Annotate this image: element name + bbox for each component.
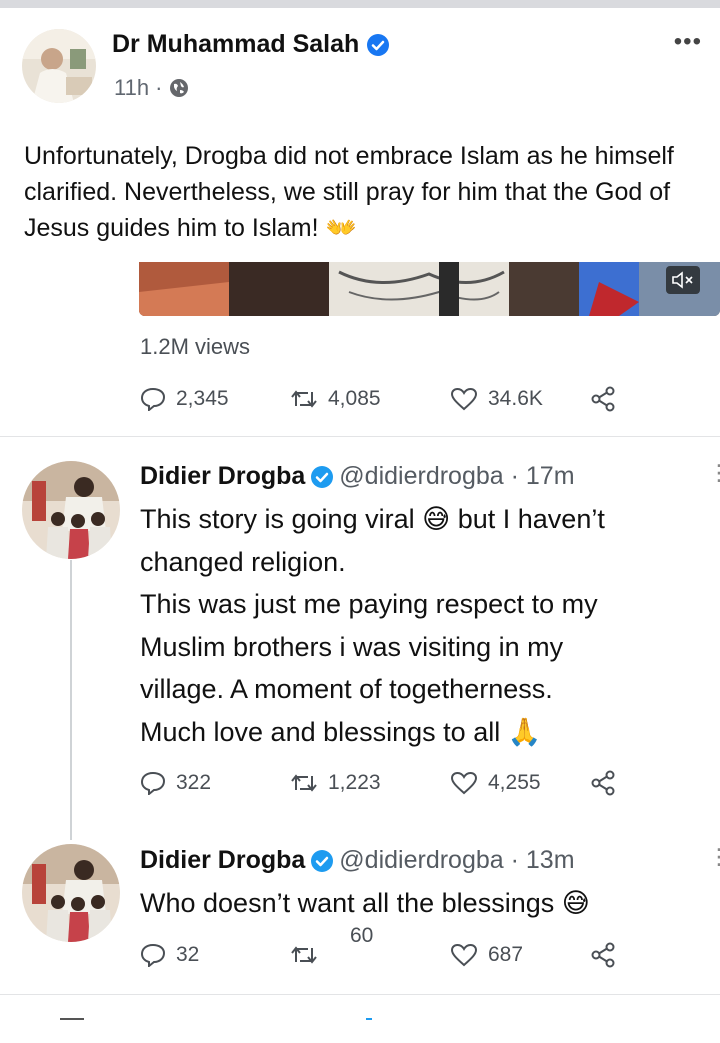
tweet-line: Much love and blessings to all 🙏 <box>140 716 542 747</box>
divider <box>0 994 720 995</box>
tweet-line: This story is going viral 😅 but I haven’… <box>140 504 605 534</box>
tweet-line: This was just me paying respect to my <box>140 589 598 619</box>
author-name[interactable]: Dr Muhammad Salah <box>112 30 359 59</box>
embedded-tweet-actions: 2,345 4,085 34.6K <box>140 386 640 412</box>
open-hands-emoji: 👐 <box>325 214 357 242</box>
like-count: 4,255 <box>488 771 541 794</box>
heart-icon <box>450 943 478 967</box>
heart-icon <box>450 387 478 411</box>
tweet-author-handle[interactable]: @didierdrogba · 13m <box>339 846 574 875</box>
share-icon <box>591 386 615 412</box>
reply-count: 32 <box>176 943 200 966</box>
thread-connector <box>70 560 72 840</box>
tweet-2-text: Who doesn’t want all the blessings 😅 <box>140 882 710 925</box>
reply-button[interactable]: 322 <box>140 771 290 795</box>
retweet-icon <box>291 774 317 792</box>
author-avatar[interactable] <box>22 29 96 103</box>
retweet-button[interactable]: 1,223 <box>290 771 450 795</box>
retweet-count: 4,085 <box>328 387 381 410</box>
retweet-button[interactable]: 4,085 <box>290 387 450 411</box>
retweet-count: 60 <box>350 924 374 947</box>
divider <box>0 436 720 437</box>
verified-badge-icon <box>367 33 390 56</box>
tweet-author-name[interactable]: Didier Drogba <box>140 462 305 491</box>
drogba-avatar[interactable] <box>22 461 120 559</box>
share-button[interactable] <box>590 386 616 412</box>
tweet-video-thumbnail[interactable] <box>139 262 720 316</box>
tweet-line: changed religion. <box>140 546 346 577</box>
share-button[interactable] <box>590 942 616 968</box>
reply-icon <box>140 771 166 795</box>
post-text: Unfortunately, Drogba did not embrace Is… <box>24 138 704 246</box>
like-button[interactable]: 4,255 <box>450 771 590 795</box>
post-time[interactable]: 11h · <box>114 75 163 101</box>
author-name-row[interactable]: Dr Muhammad Salah <box>112 30 390 59</box>
retweet-button[interactable]: 60 <box>290 924 450 966</box>
tweet-line: Muslim brothers i was visiting in my <box>140 631 564 662</box>
reply-count: 322 <box>176 771 212 794</box>
retweet-icon <box>291 946 317 964</box>
like-count: 34.6K <box>488 387 543 410</box>
tweet-1-text: This story is going viral 😅 but I haven’… <box>140 498 710 753</box>
tweet-2-actions: 32 60 687 <box>140 924 640 968</box>
reply-icon <box>140 943 166 967</box>
speaker-muted-icon <box>672 271 693 289</box>
share-icon <box>591 770 615 796</box>
top-edge-bar <box>0 0 720 8</box>
verified-badge-icon <box>311 465 334 488</box>
view-count: 1.2M views <box>140 334 251 359</box>
share-button[interactable] <box>590 770 616 796</box>
tweet-2-header: Didier Drogba @didierdrogba · 13m <box>140 846 575 875</box>
globe-icon <box>169 79 188 97</box>
like-count: 687 <box>488 943 524 966</box>
verified-badge-icon <box>311 849 334 872</box>
retweet-count: 1,223 <box>328 771 381 794</box>
next-tweet-fragment <box>60 1018 84 1020</box>
post-meta: 11h · <box>114 75 189 101</box>
reply-button[interactable]: 32 <box>140 943 290 967</box>
tweet-author-name[interactable]: Didier Drogba <box>140 846 305 875</box>
tweet-more-icon[interactable]: ⋮ <box>708 460 720 486</box>
drogba-avatar[interactable] <box>22 844 120 942</box>
reply-count: 2,345 <box>176 387 229 410</box>
share-icon <box>591 942 615 968</box>
mute-button[interactable] <box>666 266 700 294</box>
tweet-line: village. A moment of togetherness. <box>140 674 553 704</box>
reply-icon <box>140 387 166 411</box>
heart-icon <box>450 771 478 795</box>
tweet-more-icon[interactable]: ⋮ <box>708 844 720 870</box>
tweet-1-actions: 322 1,223 4,255 <box>140 770 640 796</box>
like-button[interactable]: 34.6K <box>450 387 590 411</box>
tweet-author-handle[interactable]: @didierdrogba · 17m <box>339 462 574 491</box>
tweet-1-header: Didier Drogba @didierdrogba · 17m <box>140 462 575 491</box>
like-button[interactable]: 687 <box>450 943 590 967</box>
next-tweet-fragment <box>366 1018 372 1020</box>
reply-button[interactable]: 2,345 <box>140 387 290 411</box>
more-options-icon[interactable]: ••• <box>674 28 702 56</box>
retweet-icon <box>291 390 317 408</box>
tweet-line: Who doesn’t want all the blessings 😅 <box>140 888 590 918</box>
